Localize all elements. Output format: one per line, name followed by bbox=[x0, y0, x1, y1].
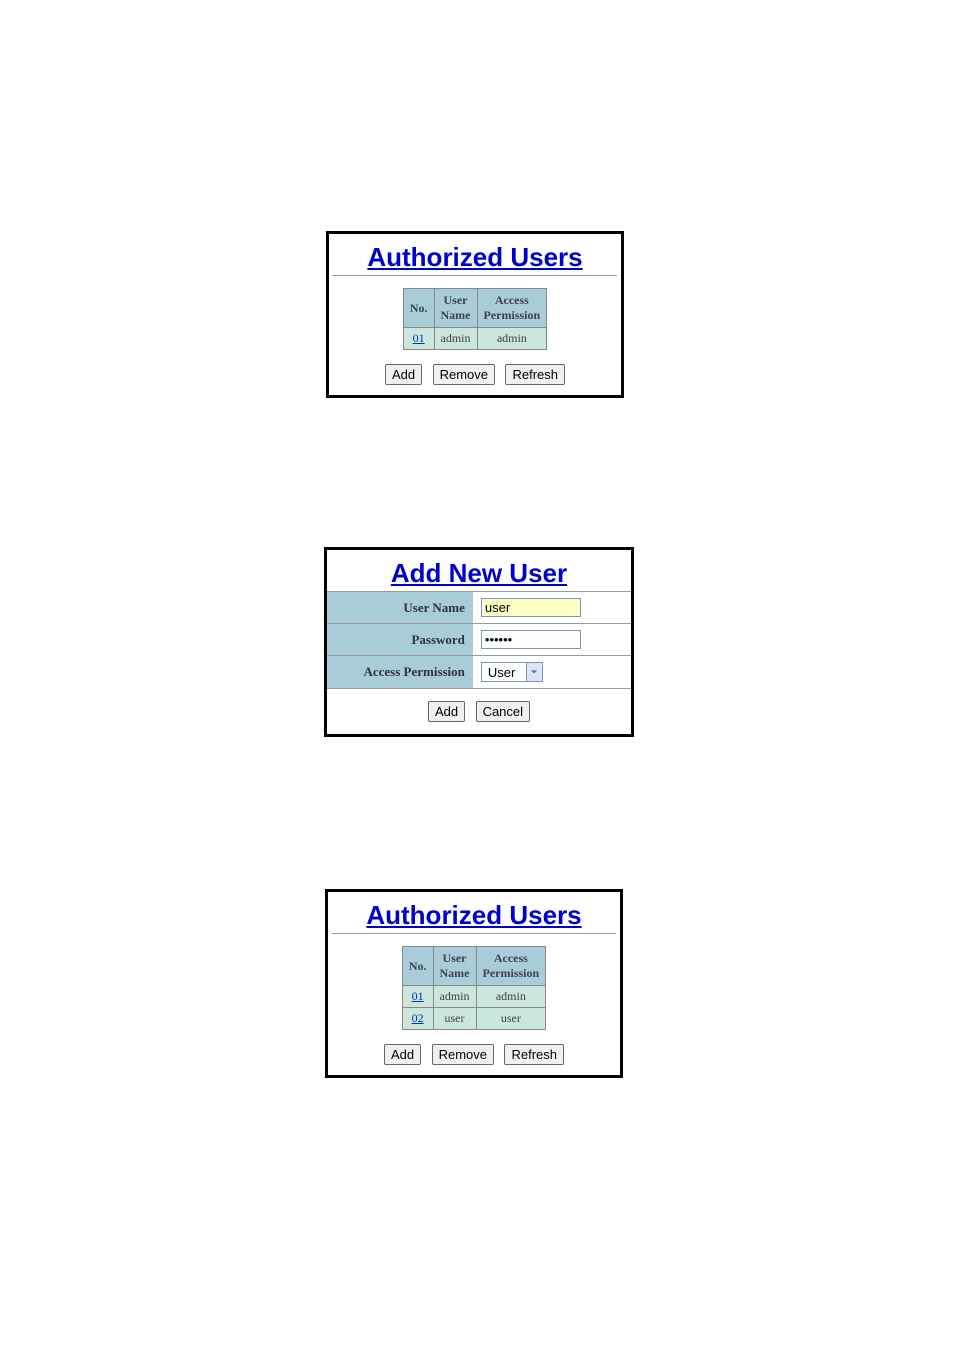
divider bbox=[332, 933, 616, 934]
button-row: Add Remove Refresh bbox=[329, 364, 621, 385]
panel-title: Authorized Users bbox=[328, 900, 620, 931]
select-value: User bbox=[486, 664, 526, 681]
refresh-button[interactable]: Refresh bbox=[504, 1044, 564, 1065]
cancel-button[interactable]: Cancel bbox=[476, 701, 530, 722]
authorized-users-panel-1: Authorized Users No. UserName AccessPerm… bbox=[326, 231, 624, 398]
table-header-row: No. UserName AccessPermission bbox=[403, 289, 546, 328]
users-table: No. UserName AccessPermission 01 admin a… bbox=[402, 946, 546, 1030]
username-field-cell bbox=[473, 592, 631, 624]
access-permission-field-cell: User bbox=[473, 656, 631, 689]
password-field-cell bbox=[473, 624, 631, 656]
table-header-row: No. UserName AccessPermission bbox=[402, 947, 545, 986]
header-username: UserName bbox=[433, 947, 476, 986]
add-button[interactable]: Add bbox=[385, 364, 422, 385]
remove-button[interactable]: Remove bbox=[432, 1044, 494, 1065]
row-access-cell: admin bbox=[477, 328, 547, 350]
row-no-link[interactable]: 01 bbox=[413, 331, 425, 345]
header-username: UserName bbox=[434, 289, 477, 328]
row-no-link[interactable]: 02 bbox=[412, 1011, 424, 1025]
button-row: Add Remove Refresh bbox=[328, 1044, 620, 1065]
add-new-user-panel: Add New User User Name Password Access P… bbox=[324, 547, 634, 737]
username-input[interactable] bbox=[481, 598, 581, 617]
add-user-form: User Name Password Access Permission Use… bbox=[327, 591, 631, 689]
panel-title: Add New User bbox=[327, 558, 631, 589]
row-username-cell: user bbox=[433, 1008, 476, 1030]
users-table: No. UserName AccessPermission 01 admin a… bbox=[403, 288, 547, 350]
row-no-link[interactable]: 01 bbox=[412, 989, 424, 1003]
header-access: AccessPermission bbox=[477, 289, 547, 328]
chevron-down-icon bbox=[526, 663, 542, 681]
remove-button[interactable]: Remove bbox=[433, 364, 495, 385]
row-no-cell: 01 bbox=[402, 986, 433, 1008]
row-username-cell: admin bbox=[434, 328, 477, 350]
authorized-users-panel-2: Authorized Users No. UserName AccessPerm… bbox=[325, 889, 623, 1078]
header-access: AccessPermission bbox=[476, 947, 546, 986]
row-no-cell: 02 bbox=[402, 1008, 433, 1030]
password-input[interactable] bbox=[481, 630, 581, 649]
row-no-cell: 01 bbox=[403, 328, 434, 350]
table-row: 01 admin admin bbox=[402, 986, 545, 1008]
add-button[interactable]: Add bbox=[384, 1044, 421, 1065]
button-row: Add Cancel bbox=[327, 689, 631, 724]
password-label: Password bbox=[327, 624, 473, 656]
table-row: 01 admin admin bbox=[403, 328, 546, 350]
access-permission-select[interactable]: User bbox=[481, 662, 543, 682]
header-no: No. bbox=[402, 947, 433, 986]
access-permission-label: Access Permission bbox=[327, 656, 473, 689]
row-access-cell: admin bbox=[476, 986, 546, 1008]
panel-title: Authorized Users bbox=[329, 242, 621, 273]
row-username-cell: admin bbox=[433, 986, 476, 1008]
add-button[interactable]: Add bbox=[428, 701, 465, 722]
table-row: 02 user user bbox=[402, 1008, 545, 1030]
username-label: User Name bbox=[327, 592, 473, 624]
refresh-button[interactable]: Refresh bbox=[505, 364, 565, 385]
header-no: No. bbox=[403, 289, 434, 328]
row-access-cell: user bbox=[476, 1008, 546, 1030]
divider bbox=[333, 275, 617, 276]
